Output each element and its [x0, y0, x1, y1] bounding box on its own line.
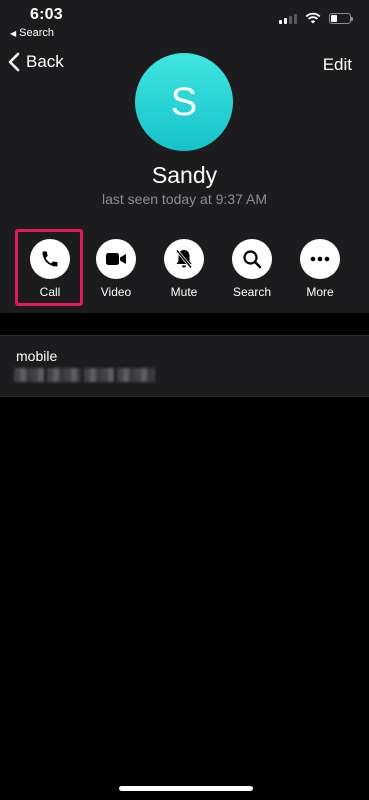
last-seen-status: last seen today at 9:37 AM: [102, 191, 267, 207]
more-label: More: [306, 285, 334, 299]
video-label: Video: [100, 285, 132, 299]
status-time: 6:03: [30, 6, 63, 23]
phone-type-label: mobile: [16, 348, 58, 364]
back-triangle-icon: ◀: [10, 28, 17, 38]
phone-icon: [42, 251, 58, 267]
more-icon-circle: [300, 239, 340, 279]
cellular-signal-icon: [279, 13, 297, 24]
edit-button[interactable]: Edit: [323, 55, 352, 75]
search-icon-circle: [232, 239, 272, 279]
search-label: Search: [232, 285, 272, 299]
status-icons: [279, 12, 353, 24]
contact-name: Sandy: [151, 162, 218, 188]
avatar[interactable]: S: [135, 53, 233, 151]
mute-button[interactable]: Mute: [149, 229, 219, 307]
bell-slash-icon: [175, 249, 193, 269]
return-to-app-link[interactable]: ◀ Search: [10, 27, 54, 39]
mute-label: Mute: [170, 285, 198, 299]
call-label: Call: [39, 285, 61, 299]
battery-icon: [329, 12, 353, 24]
return-to-app-label: Search: [19, 27, 55, 39]
more-icon: [310, 256, 330, 262]
video-icon-circle: [96, 239, 136, 279]
back-button[interactable]: Back: [8, 52, 64, 72]
more-button[interactable]: More: [285, 229, 355, 307]
chevron-left-icon: [8, 52, 20, 72]
avatar-initial: S: [170, 79, 198, 124]
wifi-icon: [305, 12, 321, 24]
video-button[interactable]: Video: [81, 229, 151, 307]
home-indicator[interactable]: [119, 786, 253, 791]
search-button[interactable]: Search: [217, 229, 287, 307]
phone-info-row[interactable]: mobile: [0, 335, 369, 397]
phone-number-redacted: [14, 368, 155, 382]
call-button[interactable]: Call: [15, 229, 85, 307]
action-bar: Call Video Mute Search More: [15, 229, 355, 307]
search-icon: [243, 250, 262, 269]
call-icon-circle: [30, 239, 70, 279]
mute-icon-circle: [164, 239, 204, 279]
back-button-label: Back: [26, 52, 64, 71]
battery-fill: [331, 14, 337, 22]
video-icon: [106, 253, 126, 265]
